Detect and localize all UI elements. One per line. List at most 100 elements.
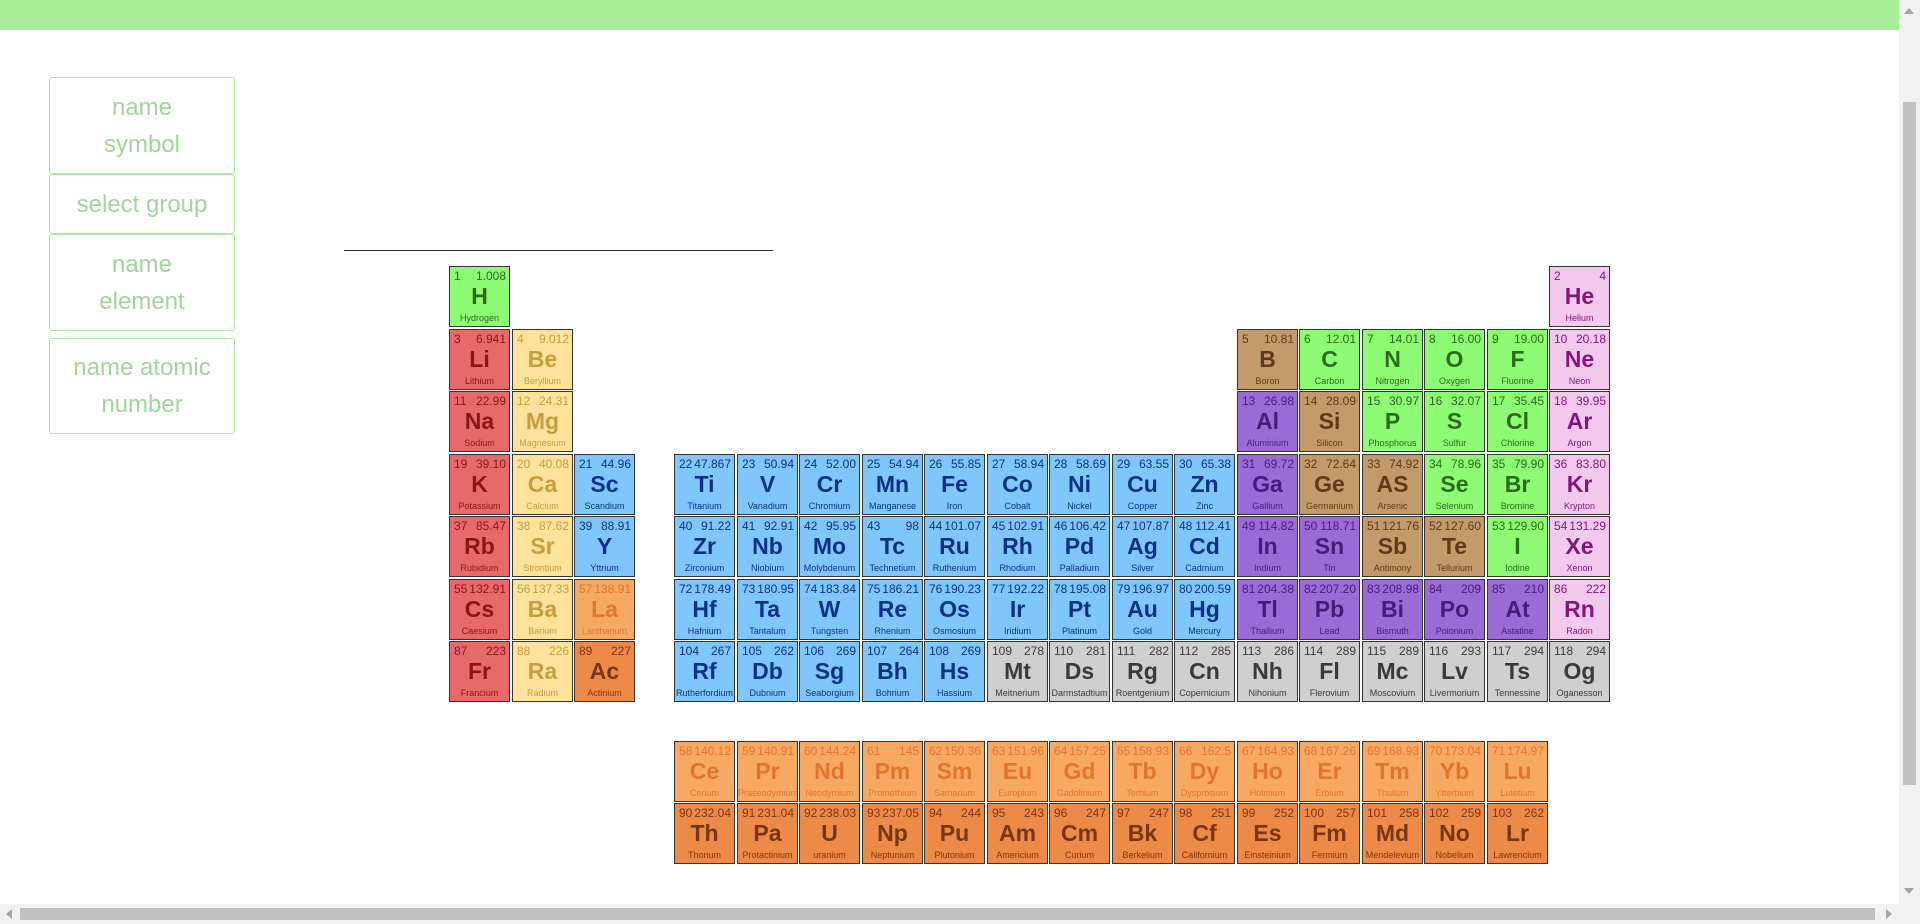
element-tile-ba[interactable]: 56 137.33 Ba Barium [512, 579, 573, 640]
element-tile-og[interactable]: 118 294 Og Oganesson [1549, 641, 1610, 702]
element-tile-he[interactable]: 2 4 He Helium [1549, 266, 1610, 327]
element-tile-i[interactable]: 53 129.90 I Iodine [1487, 516, 1548, 577]
element-tile-la[interactable]: 57 138.91 La Lanthanum [574, 579, 635, 640]
scroll-up-arrow-icon[interactable] [1904, 8, 1914, 14]
element-tile-tm[interactable]: 69 168.93 Tm Thulium [1362, 741, 1423, 802]
element-tile-c[interactable]: 6 12.01 C Carbon [1299, 329, 1360, 390]
element-tile-md[interactable]: 101 258 Md Mendelevium [1362, 803, 1423, 864]
scroll-left-arrow-icon[interactable] [6, 909, 12, 919]
element-tile-te[interactable]: 52 127.60 Te Tellurium [1424, 516, 1485, 577]
element-tile-v[interactable]: 23 50.94 V Vanadium [737, 454, 798, 515]
element-tile-re[interactable]: 75 186.21 Re Rhenium [862, 579, 923, 640]
element-tile-rn[interactable]: 86 222 Rn Radon [1549, 579, 1610, 640]
element-tile-sg[interactable]: 106 269 Sg Seaborgium [799, 641, 860, 702]
element-tile-bi[interactable]: 83 208.98 Bi Bismuth [1362, 579, 1423, 640]
element-tile-p[interactable]: 15 30.97 P Phosphorus [1362, 391, 1423, 452]
element-tile-db[interactable]: 105 262 Db Dubnium [737, 641, 798, 702]
vertical-scrollbar[interactable] [1899, 0, 1920, 904]
element-tile-ts[interactable]: 117 294 Ts Tennessine [1487, 641, 1548, 702]
element-tile-rb[interactable]: 37 85.47 Rb Rubidium [449, 516, 510, 577]
element-tile-mo[interactable]: 42 95.95 Mo Molybdenum [799, 516, 860, 577]
element-tile-ir[interactable]: 77 192.22 Ir Iridium [987, 579, 1048, 640]
element-tile-sc[interactable]: 21 44.96 Sc Scandium [574, 454, 635, 515]
element-tile-lv[interactable]: 116 293 Lv Livermorium [1424, 641, 1485, 702]
element-tile-fl[interactable]: 114 289 Fl Flerovium [1299, 641, 1360, 702]
element-tile-lu[interactable]: 71 174.97 Lu Lutetium [1487, 741, 1548, 802]
element-tile-ds[interactable]: 110 281 Ds Darmstadtium [1049, 641, 1110, 702]
scroll-right-arrow-icon[interactable] [1886, 909, 1892, 919]
element-tile-kr[interactable]: 36 83.80 Kr Krypton [1549, 454, 1610, 515]
element-tile-lr[interactable]: 103 262 Lr Lawrencium [1487, 803, 1548, 864]
element-tile-rh[interactable]: 45 102.91 Rh Rhodium [987, 516, 1048, 577]
element-tile-th[interactable]: 90 232.04 Th Thorium [674, 803, 735, 864]
element-tile-am[interactable]: 95 243 Am Americium [987, 803, 1048, 864]
element-tile-zn[interactable]: 30 65.38 Zn Zinc [1174, 454, 1235, 515]
select-group-button[interactable]: select group [49, 174, 235, 234]
element-tile-np[interactable]: 93 237.05 Np Neptunium [862, 803, 923, 864]
element-tile-nb[interactable]: 41 92.91 Nb Niobium [737, 516, 798, 577]
element-tile-b[interactable]: 5 10.81 B Boron [1237, 329, 1298, 390]
element-tile-yb[interactable]: 70 173.04 Yb Ytterbium [1424, 741, 1485, 802]
element-tile-eu[interactable]: 63 151.96 Eu Europium [987, 741, 1048, 802]
horizontal-scrollbar-thumb[interactable] [20, 908, 1875, 920]
element-tile-pd[interactable]: 46 106.42 Pd Palladium [1049, 516, 1110, 577]
element-tile-co[interactable]: 27 58.94 Co Cobalt [987, 454, 1048, 515]
element-tile-cd[interactable]: 48 112.41 Cd Cadmium [1174, 516, 1235, 577]
element-tile-no[interactable]: 102 259 No Nobelium [1424, 803, 1485, 864]
element-tile-ce[interactable]: 58 140.12 Ce Cerium [674, 741, 735, 802]
element-tile-o[interactable]: 8 16.00 O Oxygen [1424, 329, 1485, 390]
element-tile-pm[interactable]: 61 145 Pm Promethium [862, 741, 923, 802]
element-tile-n[interactable]: 7 14.01 N Nitrogen [1362, 329, 1423, 390]
element-tile-hs[interactable]: 108 269 Hs Hassium [924, 641, 985, 702]
element-tile-cn[interactable]: 112 285 Cn Copernicium [1174, 641, 1235, 702]
element-tile-mn[interactable]: 25 54.94 Mn Manganese [862, 454, 923, 515]
element-tile-ra[interactable]: 88 226 Ra Radium [512, 641, 573, 702]
element-tile-dy[interactable]: 66 162.5 Dy Dysprosium [1174, 741, 1235, 802]
element-tile-ru[interactable]: 44 101.07 Ru Ruthenium [924, 516, 985, 577]
element-tile-sm[interactable]: 62 150.36 Sm Samarium [924, 741, 985, 802]
element-tile-sn[interactable]: 50 118.71 Sn Tin [1299, 516, 1360, 577]
element-tile-au[interactable]: 79 196.97 Au Gold [1112, 579, 1173, 640]
element-tile-gd[interactable]: 64 157.25 Gd Gadolinium [1049, 741, 1110, 802]
element-tile-ne[interactable]: 10 20.18 Ne Neon [1549, 329, 1610, 390]
name-symbol-button[interactable]: name symbol [49, 77, 235, 174]
element-tile-xe[interactable]: 54 131.29 Xe Xenon [1549, 516, 1610, 577]
element-tile-nd[interactable]: 60 144.24 Nd Neodymium [799, 741, 860, 802]
element-tile-ga[interactable]: 31 69.72 Ga Gallium [1237, 454, 1298, 515]
element-tile-ca[interactable]: 20 40.08 Ca Calcium [512, 454, 573, 515]
element-tile-br[interactable]: 35 79.90 Br Bromine [1487, 454, 1548, 515]
element-tile-sr[interactable]: 38 87.62 Sr Strontium [512, 516, 573, 577]
element-tile-zr[interactable]: 40 91.22 Zr Zirconium [674, 516, 735, 577]
horizontal-scrollbar[interactable] [0, 904, 1920, 924]
element-tile-es[interactable]: 99 252 Es Einsteinium [1237, 803, 1298, 864]
element-tile-fe[interactable]: 26 55.85 Fe Iron [924, 454, 985, 515]
element-tile-cr[interactable]: 24 52.00 Cr Chromium [799, 454, 860, 515]
element-tile-y[interactable]: 39 88.91 Y Yttrium [574, 516, 635, 577]
element-tile-mc[interactable]: 115 289 Mc Moscovium [1362, 641, 1423, 702]
element-tile-tc[interactable]: 43 98 Tc Technetium [862, 516, 923, 577]
element-tile-na[interactable]: 11 22.99 Na Sodium [449, 391, 510, 452]
element-tile-cl[interactable]: 17 35.45 Cl Chlorine [1487, 391, 1548, 452]
vertical-scrollbar-thumb[interactable] [1903, 102, 1916, 785]
element-tile-er[interactable]: 68 167.26 Er Erbium [1299, 741, 1360, 802]
element-tile-nh[interactable]: 113 286 Nh Nihonium [1237, 641, 1298, 702]
element-tile-al[interactable]: 13 26.98 Al Aluminium [1237, 391, 1298, 452]
element-tile-si[interactable]: 14 28.09 Si Silicon [1299, 391, 1360, 452]
element-tile-hg[interactable]: 80 200.59 Hg Mercury [1174, 579, 1235, 640]
element-tile-fm[interactable]: 100 257 Fm Fermium [1299, 803, 1360, 864]
element-tile-pr[interactable]: 59 140.91 Pr Praseodymium [737, 741, 798, 802]
element-tile-bk[interactable]: 97 247 Bk Berkelium [1112, 803, 1173, 864]
element-tile-cu[interactable]: 29 63.55 Cu Copper [1112, 454, 1173, 515]
element-tile-f[interactable]: 9 19.00 F Fluorine [1487, 329, 1548, 390]
element-tile-as[interactable]: 33 74.92 AS Arsenic [1362, 454, 1423, 515]
element-tile-bh[interactable]: 107 264 Bh Bohrium [862, 641, 923, 702]
element-tile-cf[interactable]: 98 251 Cf Californium [1174, 803, 1235, 864]
element-tile-tl[interactable]: 81 204.38 Tl Thallium [1237, 579, 1298, 640]
element-tile-se[interactable]: 34 78.96 Se Selenium [1424, 454, 1485, 515]
element-tile-os[interactable]: 76 190.23 Os Osmosium [924, 579, 985, 640]
scroll-down-arrow-icon[interactable] [1904, 888, 1914, 894]
element-tile-cm[interactable]: 96 247 Cm Curium [1049, 803, 1110, 864]
element-tile-ac[interactable]: 89 227 Ac Actinium [574, 641, 635, 702]
element-tile-k[interactable]: 19 39.10 K Potassium [449, 454, 510, 515]
element-tile-tb[interactable]: 65 158.93 Tb Terbium [1112, 741, 1173, 802]
